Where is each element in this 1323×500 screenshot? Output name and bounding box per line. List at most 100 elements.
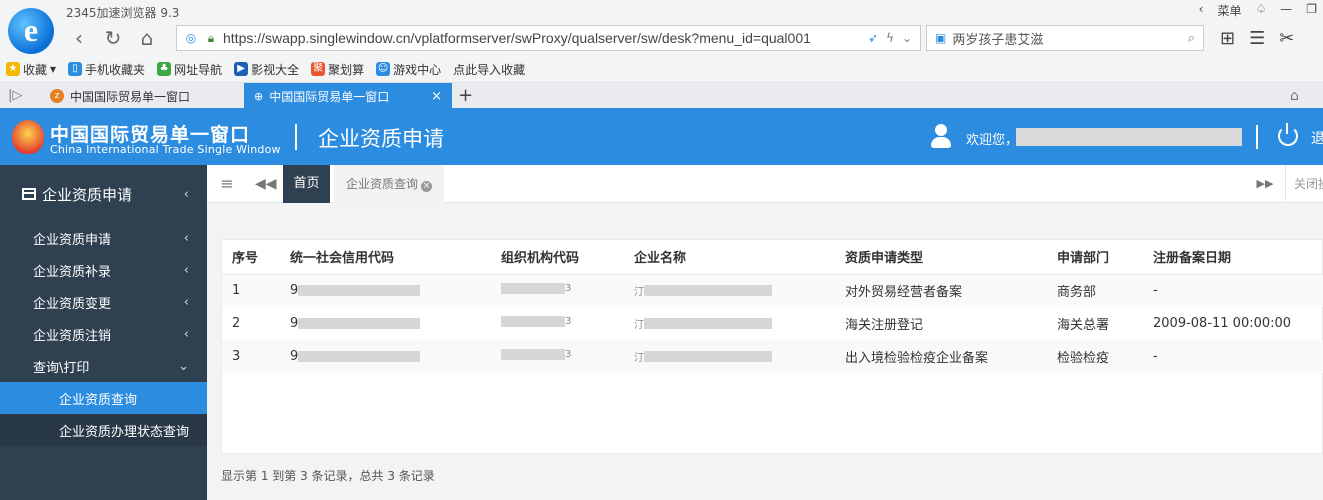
page-title: 企业资质申请: [318, 127, 444, 151]
table-header-row: 序号 统一社会信用代码 组织机构代码 企业名称 资质申请类型 申请部门 注册备案…: [222, 240, 1323, 275]
sidebar-item-cancel[interactable]: 企业资质注销 ‹: [0, 318, 207, 350]
redacted-company-name: [644, 317, 772, 329]
security-shield-icon: ◎: [185, 31, 197, 45]
col-header-qual-type[interactable]: 资质申请类型: [835, 240, 1047, 275]
refresh-button[interactable]: ↻: [100, 26, 126, 50]
sidebar-title[interactable]: 企业资质申请 ‹: [0, 165, 207, 223]
paw-icon: ▣: [935, 31, 947, 45]
col-header-credit-code[interactable]: 统一社会信用代码: [280, 240, 491, 275]
app-header: 中国国际贸易单一窗口 China International Trade Sin…: [0, 108, 1323, 165]
sidebar-item-apply[interactable]: 企业资质申请 ‹: [0, 222, 207, 254]
tab-home[interactable]: 首页: [283, 165, 330, 203]
redacted-credit-code: [298, 351, 421, 362]
tab-close-icon[interactable]: ×: [431, 89, 442, 104]
lock-icon: 🔒︎: [207, 30, 215, 45]
menu-label[interactable]: 菜单: [1217, 2, 1241, 19]
search-input[interactable]: [952, 30, 1188, 46]
tab-qual-query[interactable]: 企业资质查询 ×: [334, 165, 444, 203]
user-icon: [930, 124, 952, 148]
table-row[interactable]: 3 9 3 汀 出入境检验检疫企业备案 检验检疫 -: [222, 340, 1323, 373]
close-operations-button[interactable]: 关闭操作: [1285, 165, 1323, 203]
search-icon[interactable]: ⌕: [1188, 31, 1195, 46]
search-box[interactable]: ▣ ⌕: [926, 25, 1204, 51]
chevron-left-icon: ‹: [183, 186, 189, 202]
browser-tab-2[interactable]: ⊕ 中国国际贸易单一窗口 ×: [244, 83, 452, 109]
menu-toggle-icon[interactable]: ≡: [217, 165, 237, 203]
bookmark-favorites[interactable]: ★ 收藏 ▾: [6, 61, 56, 78]
chevron-left-icon: ‹: [183, 262, 189, 278]
welcome-text: 欢迎您，: [966, 133, 1019, 148]
main-content: ≡ ◀◀ 首页 企业资质查询× ▶▶ 关闭操作 序号 统一社会信用代码 组织机构…: [207, 165, 1323, 500]
bookmark-games[interactable]: ☺ 游戏中心: [376, 61, 441, 78]
redacted-credit-code: [298, 318, 421, 329]
chevron-left-icon: ‹: [183, 326, 189, 342]
redacted-org-code: [501, 349, 565, 360]
single-window-logo-icon: [12, 120, 44, 154]
bookmarks-bar: ★ 收藏 ▾ ▯ 手机收藏夹 ♣ 网址导航 ▶ 影视大全 聚聚划算 ☺ 游戏中心 点此导入…: [0, 58, 1323, 80]
game-icon: ☺: [376, 62, 391, 76]
col-header-dept[interactable]: 申请部门: [1047, 240, 1143, 275]
col-header-no[interactable]: 序号: [222, 240, 280, 275]
phone-icon: ▯: [68, 62, 83, 76]
reader-icon[interactable]: ☰: [1249, 28, 1265, 49]
window-controls: ‹ 菜单 ♤ — ❐: [1199, 2, 1317, 19]
bookmark-juhuasuan[interactable]: 聚聚划算: [311, 61, 364, 78]
col-header-company-name[interactable]: 企业名称: [624, 240, 835, 275]
bookmark-mobile[interactable]: ▯ 手机收藏夹: [68, 61, 145, 78]
sidebar-subitem-status-query[interactable]: 企业资质办理状态查询: [0, 414, 207, 446]
tab-close-icon[interactable]: ×: [421, 181, 433, 192]
chevron-left-icon: ‹: [183, 294, 189, 310]
lightning-icon[interactable]: ϟ: [886, 31, 894, 45]
skin-icon[interactable]: ♤: [1255, 2, 1266, 19]
browser-chrome: e 2345加速浏览器 9.3 ‹ 菜单 ♤ — ❐ ‹ ↻ ⌂ ◎ 🔒︎ ht…: [0, 0, 1323, 109]
power-icon[interactable]: [1278, 123, 1298, 146]
address-bar[interactable]: ◎ 🔒︎ https://swapp.singlewindow.cn/vplat…: [176, 25, 921, 51]
username-redacted: [1016, 128, 1242, 146]
sidebar-item-change[interactable]: 企业资质变更 ‹: [0, 286, 207, 318]
redacted-company-name: [644, 350, 772, 362]
loading-icon: ⊕: [254, 89, 264, 103]
minimize-icon[interactable]: —: [1280, 2, 1292, 19]
header-divider: [295, 124, 297, 150]
redacted-credit-code: [298, 285, 421, 297]
redacted-org-code: [501, 316, 565, 327]
sidebar-item-supplement[interactable]: 企业资质补录 ‹: [0, 254, 207, 286]
site-favicon-icon: z: [50, 89, 64, 103]
apps-grid-icon[interactable]: ⊞: [1220, 28, 1235, 49]
rocket-icon[interactable]: ➶: [868, 31, 878, 45]
bookmark-video[interactable]: ▶ 影视大全: [234, 61, 299, 78]
menu-chevron-icon[interactable]: ‹: [1199, 2, 1204, 19]
back-button[interactable]: ‹: [66, 26, 92, 50]
col-header-date[interactable]: 注册备案日期: [1143, 240, 1323, 275]
sidebar-item-query-print[interactable]: 查询\打印 ⌄: [0, 350, 207, 382]
table-row[interactable]: 1 9 3 汀 对外贸易经营者备案 商务部 -: [222, 274, 1323, 307]
browser-tab-1[interactable]: z 中国国际贸易单一窗口: [40, 83, 244, 109]
logout-link[interactable]: 退: [1311, 128, 1323, 148]
col-header-org-code[interactable]: 组织机构代码: [491, 240, 624, 275]
dropdown-chevron-icon[interactable]: ⌄: [902, 31, 912, 45]
bookmark-import[interactable]: 点此导入收藏: [453, 61, 525, 78]
header-divider-2: [1256, 125, 1258, 149]
bookmark-nav[interactable]: ♣ 网址导航: [157, 61, 222, 78]
nav-icon: ♣: [157, 62, 172, 76]
pagination-info: 显示第 1 到第 3 条记录，总共 3 条记录: [221, 469, 435, 483]
table-row[interactable]: 2 9 3 汀 海关注册登记 海关总署 2009-08-11 00:00:00: [222, 307, 1323, 340]
chevron-left-icon: ‹: [183, 230, 189, 246]
sidebar-subitem-query[interactable]: 企业资质查询: [0, 382, 207, 414]
results-panel: 序号 统一社会信用代码 组织机构代码 企业名称 资质申请类型 申请部门 注册备案…: [221, 239, 1323, 454]
toolbar-icons: ⊞ ☰ ✂: [1220, 28, 1294, 49]
home-button[interactable]: ⌂: [134, 26, 160, 50]
brand-name-en: China International Trade Single Window: [50, 143, 281, 156]
sidebar: 企业资质申请 ‹ 企业资质申请 ‹ 企业资质补录 ‹ 企业资质变更 ‹ 企业资质注销 ‹…: [0, 165, 207, 500]
chevron-down-icon: ⌄: [178, 358, 189, 374]
browser-logo-icon: e: [8, 8, 54, 54]
restore-icon[interactable]: ❐: [1306, 2, 1317, 19]
redacted-org-code: [501, 283, 565, 295]
scroll-right-icon[interactable]: ▶▶: [1255, 165, 1275, 203]
browser-title: 2345加速浏览器 9.3: [66, 6, 180, 20]
juhuasuan-icon: 聚: [311, 62, 326, 76]
card-icon: [22, 188, 36, 200]
tools-icon[interactable]: ✂: [1279, 28, 1294, 49]
scroll-left-icon[interactable]: ◀◀: [255, 165, 277, 203]
url-text[interactable]: https://swapp.singlewindow.cn/vplatforms…: [223, 30, 868, 46]
